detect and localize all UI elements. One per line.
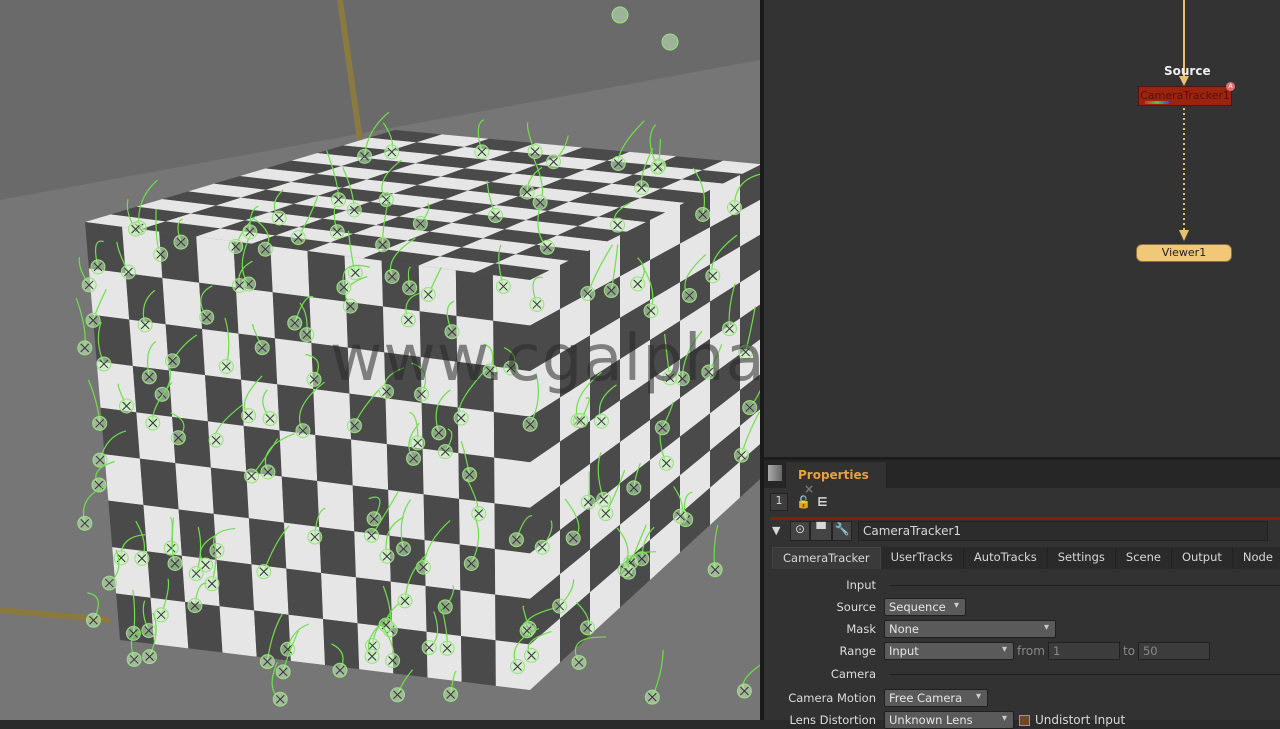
left-face-cell — [351, 439, 389, 490]
left-face-cell — [460, 590, 496, 641]
tab-output[interactable]: Output — [1171, 547, 1233, 569]
left-face-cell — [281, 476, 320, 527]
node-label: Viewer1 — [1161, 246, 1207, 259]
mask-dropdown[interactable]: None — [884, 620, 1056, 638]
left-face-cell — [216, 560, 255, 611]
tab-scene[interactable]: Scene — [1115, 547, 1172, 569]
left-face-cell — [323, 619, 360, 670]
left-face-cell — [235, 287, 275, 339]
left-face-cell — [386, 444, 424, 495]
channel-indicator — [1145, 101, 1169, 104]
viewer[interactable]: www.cgalpha.com — [0, 0, 760, 720]
camera-tracker-node[interactable]: CameraTracker1 A — [1138, 82, 1235, 106]
properties-panel: Properties × 1 🔓 ⋿ ▼ ⊙ ▀ 🔧 CameraTracker… — [764, 457, 1280, 729]
track-marker — [661, 33, 679, 51]
left-face-cell — [108, 500, 148, 552]
from-label: from — [1017, 644, 1045, 658]
tab-usertracks[interactable]: UserTracks — [880, 547, 964, 569]
tab-properties[interactable]: Properties × — [786, 462, 886, 496]
wrench-icon[interactable]: 🔧 — [832, 521, 852, 541]
left-face-cell — [219, 606, 257, 657]
node-name-field[interactable]: CameraTracker1 — [858, 521, 1268, 541]
range-label: Range — [839, 644, 876, 658]
tab-autotracks[interactable]: AutoTracks — [963, 547, 1048, 569]
lens-distortion-label: Lens Distortion — [789, 713, 876, 727]
left-face-cell — [139, 458, 179, 510]
source-label: Source — [836, 600, 877, 614]
max-panels-field[interactable]: 1 — [770, 493, 788, 511]
left-face-cell — [313, 389, 352, 440]
input-section-label: Input — [846, 578, 876, 592]
float-panel-icon[interactable]: ⋿ — [817, 495, 828, 509]
left-face-cell — [238, 333, 278, 385]
tab-cameratracker[interactable]: CameraTracker — [772, 547, 881, 569]
left-face-cell — [459, 544, 496, 595]
left-face-cell — [494, 457, 530, 508]
left-face-cell — [270, 246, 310, 297]
panel-menu-icon[interactable] — [768, 465, 782, 481]
lens-distortion-dropdown[interactable]: Unknown Lens — [884, 711, 1014, 729]
to-label: to — [1122, 644, 1135, 658]
left-face-cell — [321, 573, 358, 624]
left-face-cell — [104, 454, 144, 506]
divider — [890, 673, 1280, 675]
node-graph[interactable]: Source CameraTracker1 A Viewer1 — [764, 0, 1280, 457]
left-face-cell — [168, 370, 208, 422]
watermark: www.cgalpha.com — [330, 322, 760, 396]
camera-motion-dropdown[interactable]: Free Camera — [884, 689, 988, 707]
properties-tabs: CameraTracker UserTracks AutoTracks Sett… — [772, 547, 1280, 569]
mask-label: Mask — [846, 622, 876, 636]
tab-node[interactable]: Node — [1232, 547, 1280, 569]
undistort-input-label: Undistort Input — [1035, 713, 1126, 727]
left-face-cell — [392, 627, 428, 678]
center-view-icon[interactable]: ⊙ — [790, 521, 810, 541]
left-face-cell — [205, 375, 244, 426]
tab-label: Properties — [798, 468, 869, 482]
left-face-cell — [307, 251, 347, 302]
source-dropdown[interactable]: Sequence — [884, 598, 966, 616]
left-face-cell — [125, 273, 166, 325]
track-marker — [611, 6, 629, 24]
collapse-triangle-icon[interactable]: ▼ — [772, 521, 790, 541]
tab-settings[interactable]: Settings — [1047, 547, 1116, 569]
source-input-label: Source — [1164, 64, 1211, 78]
divider — [890, 584, 1280, 586]
camera-section-label: Camera — [830, 667, 876, 681]
left-face-cell — [175, 463, 214, 514]
left-face-cell — [162, 277, 203, 329]
left-face-cell — [455, 270, 494, 321]
range-from-field[interactable]: 1 — [1047, 642, 1120, 660]
left-face-cell — [315, 435, 353, 486]
left-face-cell — [423, 494, 460, 545]
left-face-cell — [210, 467, 249, 519]
node-color-bar — [770, 517, 1280, 520]
node-color-icon[interactable]: ▀ — [810, 521, 832, 541]
range-dropdown[interactable]: Input — [884, 642, 1014, 660]
left-face-cell — [494, 548, 530, 599]
left-face-cell — [388, 489, 425, 541]
left-face-cell — [286, 568, 324, 619]
left-face-cell — [461, 635, 496, 686]
camera-motion-label: Camera Motion — [788, 691, 876, 705]
left-face-cell — [317, 481, 355, 532]
left-face-cell — [426, 631, 462, 682]
lock-icon[interactable]: 🔓 — [796, 495, 811, 509]
node-badge-icon: A — [1226, 82, 1235, 91]
viewer-node[interactable]: Viewer1 — [1136, 244, 1232, 262]
range-to-field[interactable]: 50 — [1137, 642, 1210, 660]
left-face-cell — [319, 527, 356, 578]
undistort-input-checkbox[interactable] — [1019, 714, 1030, 726]
